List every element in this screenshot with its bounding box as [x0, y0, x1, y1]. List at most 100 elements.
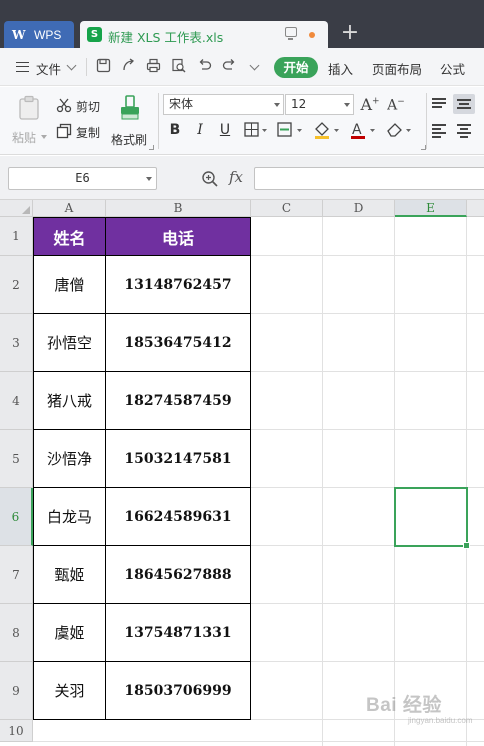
bold-icon[interactable]: B [166, 120, 184, 140]
quick-access-dropdown-icon[interactable] [249, 60, 260, 71]
wps-home-tab[interactable]: W WPS [4, 21, 74, 48]
table-row: 猪八戒 18274587459 [33, 371, 251, 430]
cell-name[interactable]: 虞姬 [33, 603, 106, 662]
select-all-corner[interactable] [0, 200, 33, 217]
zoom-search-icon[interactable] [201, 170, 219, 188]
print-preview-icon[interactable] [170, 58, 187, 75]
font-color-icon[interactable]: A [348, 120, 378, 140]
borders-icon[interactable] [243, 120, 269, 140]
output-pdf-icon[interactable] [120, 58, 137, 75]
column-header-b[interactable]: B [106, 200, 251, 217]
font-name-value: 宋体 [169, 97, 194, 111]
decrease-font-size-icon[interactable]: A− [386, 97, 406, 117]
column-header-a[interactable]: A [33, 200, 106, 217]
cell-phone[interactable]: 18503706999 [105, 661, 251, 720]
print-icon[interactable] [145, 58, 162, 75]
row-header-6[interactable]: 6 [0, 488, 33, 546]
redo-icon[interactable] [221, 58, 238, 75]
italic-icon[interactable]: I [191, 120, 209, 140]
paste-dropdown-icon[interactable] [41, 135, 47, 139]
selected-cell-e6[interactable] [394, 487, 470, 549]
file-menu[interactable]: 文件 [36, 59, 61, 78]
row-header-10[interactable]: 10 [0, 720, 33, 742]
format-painter-icon [118, 94, 142, 122]
cell-name[interactable]: 唐僧 [33, 255, 106, 314]
row-header-3[interactable]: 3 [0, 314, 33, 372]
font-size-value: 12 [291, 97, 307, 111]
file-menu-chevron-icon[interactable] [66, 60, 77, 71]
cell-name[interactable]: 关羽 [33, 661, 106, 720]
column-header-e[interactable]: E [395, 200, 467, 217]
cell-style-icon[interactable] [276, 120, 304, 140]
cell-name[interactable]: 甄姬 [33, 545, 106, 604]
header-cell-name[interactable]: 姓名 [33, 217, 106, 256]
name-box-chevron-icon [146, 177, 152, 181]
increase-font-size-icon[interactable]: A+ [360, 95, 380, 115]
table-row: 虞姬 13754871331 [33, 603, 251, 662]
column-header-f[interactable] [467, 200, 484, 217]
row-header-7[interactable]: 7 [0, 546, 33, 604]
cell-phone[interactable]: 13148762457 [105, 255, 251, 314]
window-mode-icon[interactable] [285, 27, 297, 40]
header-cell-phone[interactable]: 电话 [105, 217, 251, 256]
spreadsheet-grid[interactable]: A B C D E 1 2 3 4 5 6 7 8 9 10 姓名 电话 唐僧 … [0, 200, 484, 746]
row-header-1[interactable]: 1 [0, 217, 33, 256]
new-tab-button[interactable]: + [340, 22, 360, 44]
name-box[interactable]: E6 [8, 167, 157, 190]
row-header-5[interactable]: 5 [0, 430, 33, 488]
align-left-icon[interactable] [428, 120, 450, 140]
cell-phone[interactable]: 16624589631 [105, 487, 251, 546]
copy-button[interactable]: 复制 [56, 122, 104, 142]
divider [158, 93, 159, 149]
table-row: 孙悟空 18536475412 [33, 313, 251, 372]
row-header-2[interactable]: 2 [0, 256, 33, 314]
column-header-c[interactable]: C [251, 200, 323, 217]
column-header-d[interactable]: D [323, 200, 395, 217]
row-header-8[interactable]: 8 [0, 604, 33, 662]
fill-color-icon[interactable] [312, 120, 342, 140]
row-header-4[interactable]: 4 [0, 372, 33, 430]
cell-name[interactable]: 白龙马 [33, 487, 106, 546]
gridline [394, 217, 395, 746]
cell-phone[interactable]: 18274587459 [105, 371, 251, 430]
table-row: 沙悟净 15032147581 [33, 429, 251, 488]
clear-format-icon[interactable] [384, 120, 414, 140]
cell-phone[interactable]: 18645627888 [105, 545, 251, 604]
table-row: 唐僧 13148762457 [33, 255, 251, 314]
scissors-icon [56, 97, 72, 113]
tab-insert[interactable]: 插入 [328, 59, 353, 78]
format-painter-button[interactable]: 格式刷 [108, 93, 154, 148]
cell-name[interactable]: 猪八戒 [33, 371, 106, 430]
font-name-select[interactable]: 宋体 [163, 94, 284, 115]
cell-phone[interactable]: 13754871331 [105, 603, 251, 662]
tab-page-layout[interactable]: 页面布局 [372, 59, 422, 78]
align-middle-icon[interactable] [453, 94, 475, 114]
font-size-select[interactable]: 12 [285, 94, 354, 115]
undo-icon[interactable] [196, 58, 213, 75]
row-header-9[interactable]: 9 [0, 662, 33, 720]
watermark-sub: jingyan.baidu.com [408, 716, 473, 725]
watermark-text: Bai 经验 [366, 695, 442, 716]
cell-phone[interactable]: 18536475412 [105, 313, 251, 372]
table-header-row: 姓名 电话 [33, 217, 251, 256]
tab-start[interactable]: 开始 [274, 57, 318, 78]
svg-text:A: A [352, 122, 362, 138]
formula-input[interactable] [254, 167, 484, 190]
menu-hamburger-icon[interactable] [16, 62, 29, 72]
cell-name[interactable]: 沙悟净 [33, 429, 106, 488]
save-icon[interactable] [95, 58, 112, 75]
align-top-icon[interactable] [428, 94, 450, 114]
cut-button[interactable]: 剪切 [56, 96, 104, 116]
document-tab[interactable]: S 新建 XLS 工作表.xls [80, 21, 328, 48]
underline-icon[interactable]: U [216, 120, 234, 140]
clipboard-group-launcher-icon[interactable] [149, 145, 154, 150]
align-center-icon[interactable] [453, 120, 475, 140]
tab-formulas[interactable]: 公式 [440, 59, 465, 78]
format-painter-label: 格式刷 [111, 133, 148, 147]
cell-phone[interactable]: 15032147581 [105, 429, 251, 488]
unsaved-dot-icon[interactable] [309, 32, 315, 38]
insert-function-icon[interactable]: fx [229, 168, 243, 186]
paste-button[interactable]: 粘贴 [10, 93, 50, 148]
cell-name[interactable]: 孙悟空 [33, 313, 106, 372]
font-size-chevron-icon [344, 103, 350, 107]
